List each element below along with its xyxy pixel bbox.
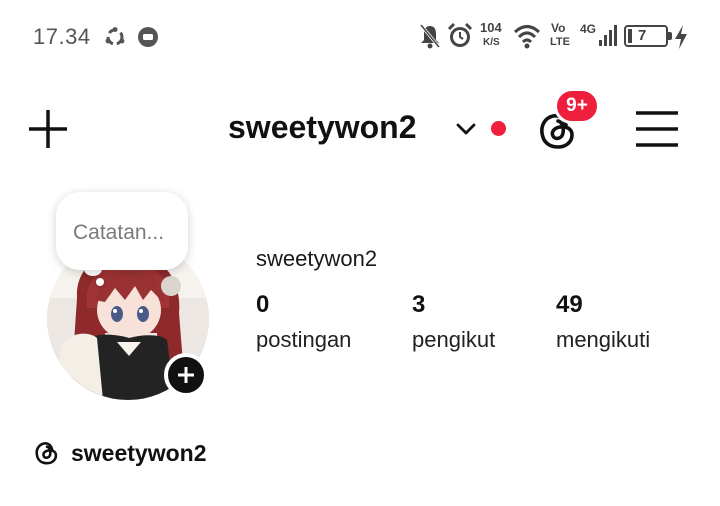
battery-icon: 7 (624, 25, 672, 47)
alarm-icon (447, 22, 473, 47)
mute-bell-icon (419, 24, 441, 49)
stat-posts[interactable]: 0 postingan (256, 291, 351, 353)
plus-icon (178, 367, 194, 383)
volte-label-bottom: LTE (550, 36, 570, 48)
stat-followers-value: 3 (412, 291, 426, 318)
stat-following[interactable]: 49 mengikuti (556, 291, 650, 353)
network-speed-value: 104 (480, 20, 502, 35)
header-username[interactable]: sweetywon2 (228, 109, 417, 146)
stat-followers[interactable]: 3 pengikut (412, 291, 495, 353)
add-story-button[interactable] (164, 353, 208, 397)
note-bubble-tail-small (96, 278, 104, 286)
note-placeholder: Catatan... (73, 221, 165, 244)
threads-username: sweetywon2 (71, 439, 207, 466)
status-time: 17.34 (33, 24, 91, 49)
battery-level: 7 (638, 27, 647, 44)
signal-icon (599, 25, 617, 46)
stat-followers-label: pengikut (412, 327, 496, 352)
chat-app-icon (138, 27, 158, 47)
status-bar: 17.34 104 K/S Vo LTE 4G 7 (0, 0, 720, 72)
threads-notification-badge: 9+ (554, 88, 600, 124)
profile-display-name: sweetywon2 (256, 246, 378, 271)
sync-icon (105, 27, 125, 46)
hamburger-menu-icon[interactable] (634, 107, 680, 151)
create-plus-icon[interactable] (26, 107, 70, 151)
charging-icon (675, 25, 687, 49)
note-bubble[interactable]: Catatan... (56, 192, 188, 270)
stat-following-value: 49 (556, 291, 583, 318)
threads-profile-link[interactable]: sweetywon2 (33, 436, 207, 470)
network-speed-unit: K/S (483, 37, 500, 48)
stat-following-label: mengikuti (556, 327, 651, 352)
chevron-down-icon[interactable] (455, 121, 477, 137)
network-type-label: 4G (580, 22, 597, 36)
stat-posts-value: 0 (256, 291, 270, 318)
stat-posts-label: postingan (256, 327, 352, 352)
volte-label-top: Vo (551, 21, 566, 35)
account-notification-dot (491, 121, 506, 136)
threads-icon (35, 442, 58, 465)
profile-header: sweetywon2 9+ (0, 85, 720, 175)
wifi-icon (513, 25, 541, 49)
